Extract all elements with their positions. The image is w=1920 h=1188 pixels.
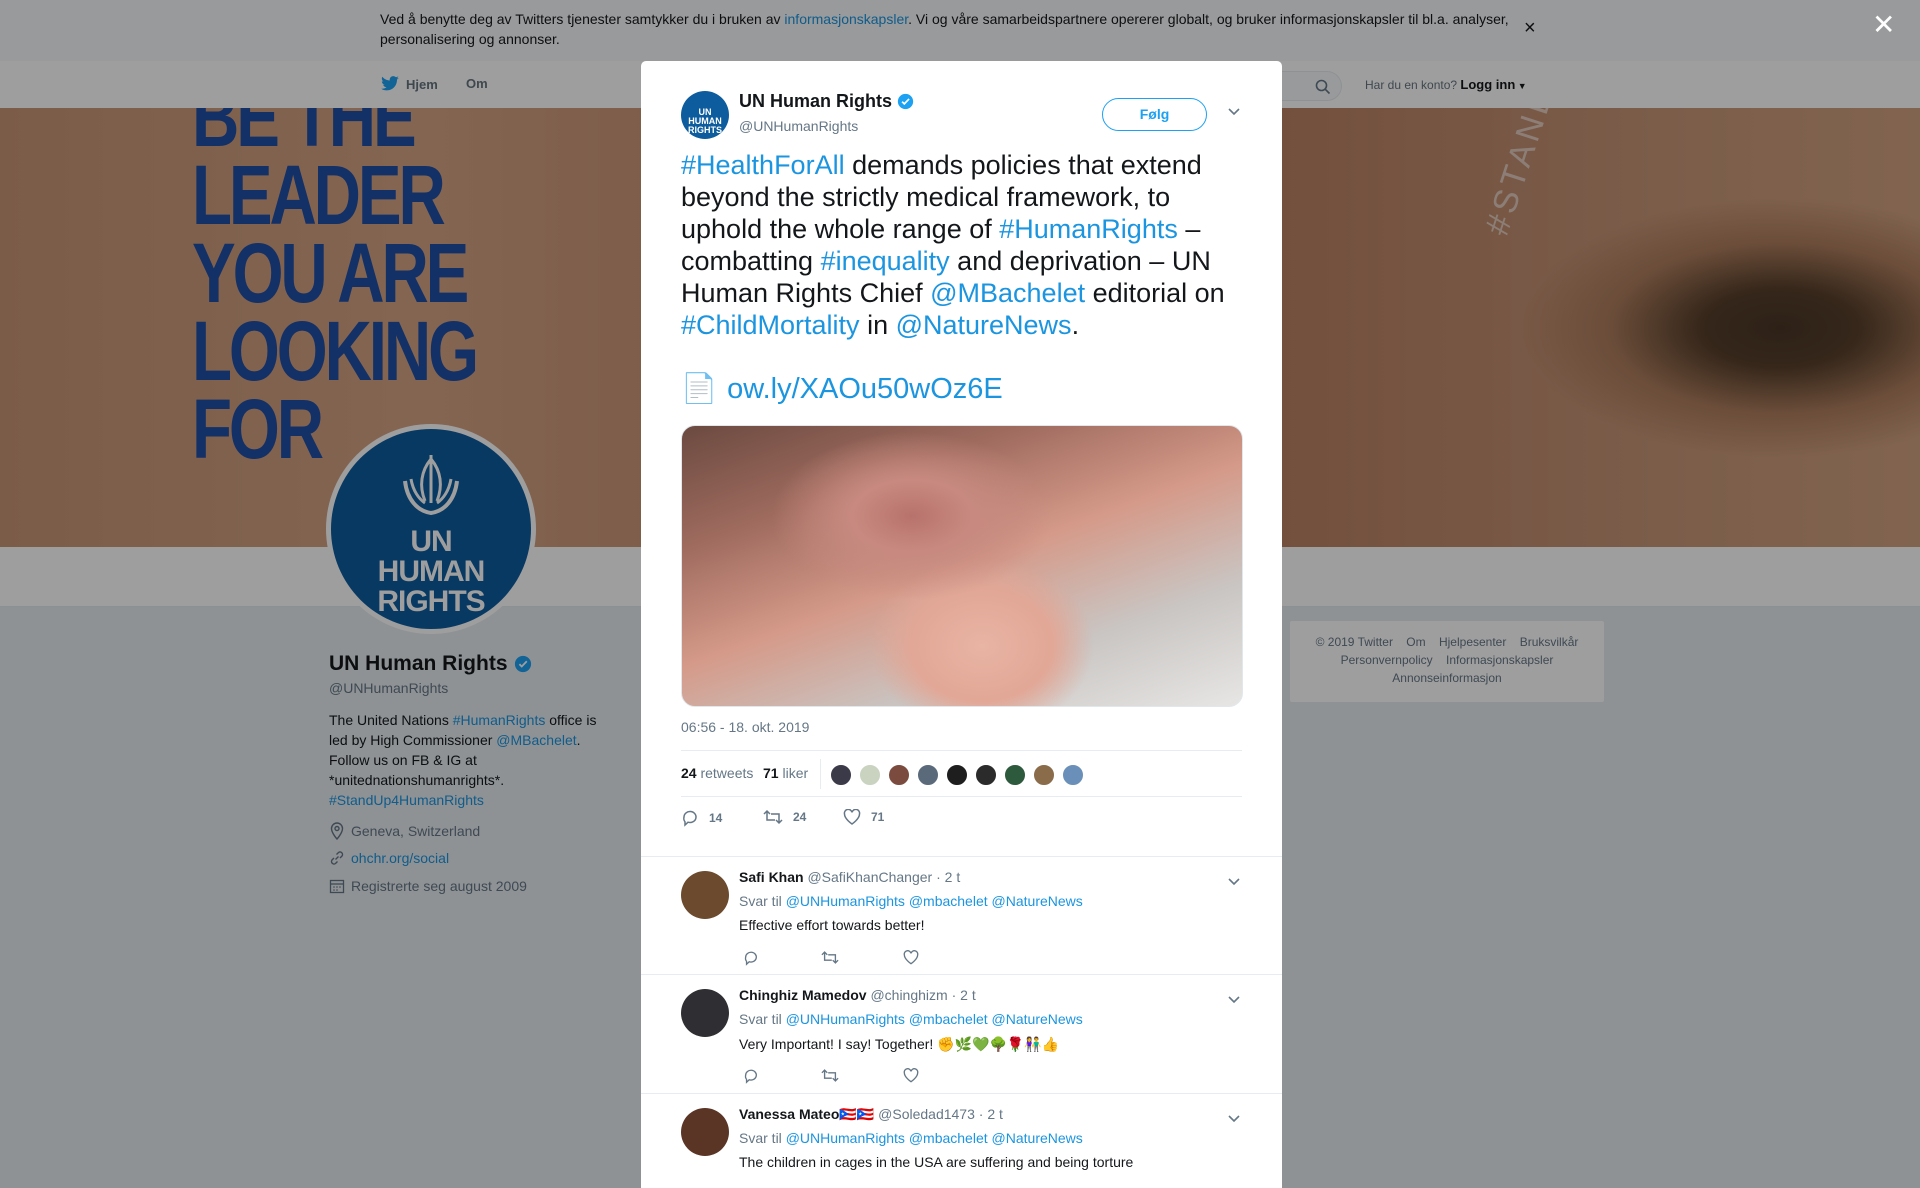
chevron-down-icon[interactable] xyxy=(1227,103,1241,119)
author-avatar[interactable]: UN HUMAN RIGHTS xyxy=(681,91,729,139)
reply-icon[interactable] xyxy=(743,950,759,971)
reply-to-line: Svar til @UNHumanRights @mbachelet @Natu… xyxy=(739,1011,1083,1027)
reply-avatar[interactable] xyxy=(681,871,729,919)
close-icon[interactable]: ✕ xyxy=(1872,10,1895,40)
likes-count: 71 xyxy=(763,765,779,781)
reply-to-prefix: Svar til xyxy=(739,1011,786,1027)
reply-time[interactable]: · 2 t xyxy=(979,1106,1003,1122)
likes-stat[interactable]: 71 liker xyxy=(763,765,808,781)
chevron-down-icon[interactable] xyxy=(1227,991,1241,1007)
liker-avatar[interactable] xyxy=(829,763,853,787)
reply-button[interactable]: 14 xyxy=(681,809,722,827)
retweet-button[interactable]: 24 xyxy=(763,809,806,825)
liker-avatar[interactable] xyxy=(1003,763,1027,787)
hashtag-link[interactable]: #HumanRights xyxy=(999,214,1178,244)
liker-avatar[interactable] xyxy=(916,763,940,787)
mention-link[interactable]: @NatureNews xyxy=(992,893,1083,909)
reply-to-line: Svar til @UNHumanRights @mbachelet @Natu… xyxy=(739,893,1083,909)
reply-author-name[interactable]: Safi Khan xyxy=(739,869,804,885)
reply-count: 14 xyxy=(709,811,723,825)
heart-icon[interactable] xyxy=(903,1068,919,1088)
reply-text: Effective effort towards better! xyxy=(739,917,925,933)
tweet-timestamp[interactable]: 06:56 - 18. okt. 2019 xyxy=(681,719,809,735)
tweet-modal: UN HUMAN RIGHTS UN Human Rights @UNHuman… xyxy=(641,61,1282,1188)
author-handle[interactable]: @UNHumanRights xyxy=(739,118,858,134)
follow-button[interactable]: Følg xyxy=(1102,98,1207,131)
mention-link[interactable]: @NatureNews xyxy=(992,1130,1083,1146)
mention-link[interactable]: @mbachelet xyxy=(909,1130,988,1146)
tweet-stats: 24 retweets 71 liker xyxy=(681,750,1242,797)
retweet-icon[interactable] xyxy=(821,1068,839,1088)
retweet-count: 24 xyxy=(793,810,807,824)
mention-link[interactable]: @NatureNews xyxy=(992,1011,1083,1027)
mention-link[interactable]: @mbachelet xyxy=(909,893,988,909)
author-name-text: UN Human Rights xyxy=(739,91,892,111)
heart-icon xyxy=(843,809,861,825)
reply-text: The children in cages in the USA are suf… xyxy=(739,1154,1134,1170)
document-icon: 📄 xyxy=(681,373,718,405)
chevron-down-icon[interactable] xyxy=(1227,873,1241,889)
likes-label: liker xyxy=(782,765,809,781)
liker-avatar[interactable] xyxy=(887,763,911,787)
reply-icon[interactable] xyxy=(743,1068,759,1089)
mention-link[interactable]: @mbachelet xyxy=(909,1011,988,1027)
liker-avatar[interactable] xyxy=(1032,763,1056,787)
reply-avatar[interactable] xyxy=(681,989,729,1037)
reply-tweet[interactable]: Safi Khan @SafiKhanChanger · 2 t Svar ti… xyxy=(641,856,1282,974)
tweet-text: #HealthForAll demands policies that exte… xyxy=(681,149,1256,341)
mention-link[interactable]: @UNHumanRights xyxy=(786,1130,905,1146)
mention-link[interactable]: @UNHumanRights xyxy=(786,893,905,909)
retweet-icon[interactable] xyxy=(821,950,839,970)
stats-divider xyxy=(820,759,821,789)
like-count: 71 xyxy=(871,810,885,824)
liker-avatar[interactable] xyxy=(1061,763,1085,787)
hashtag-link[interactable]: #HealthForAll xyxy=(681,150,845,180)
hashtag-link[interactable]: #ChildMortality xyxy=(681,310,860,340)
retweets-label: retweets xyxy=(700,765,754,781)
tweet-text-segment: . xyxy=(1071,310,1080,340)
retweets-count: 24 xyxy=(681,765,697,781)
liker-avatar[interactable] xyxy=(974,763,998,787)
reply-header: Vanessa Mateo🇵🇷🇵🇷 @Soledad1473 · 2 t xyxy=(739,1106,1003,1123)
reply-avatar[interactable] xyxy=(681,1108,729,1156)
reply-author-name[interactable]: Vanessa Mateo🇵🇷🇵🇷 xyxy=(739,1106,874,1122)
reply-header: Safi Khan @SafiKhanChanger · 2 t xyxy=(739,869,960,885)
retweets-stat[interactable]: 24 retweets xyxy=(681,765,753,781)
liker-avatar[interactable] xyxy=(945,763,969,787)
like-button[interactable]: 71 xyxy=(843,809,884,825)
tweet-text-segment: in xyxy=(859,310,896,340)
reply-to-prefix: Svar til xyxy=(739,1130,786,1146)
reply-author-handle[interactable]: @Soledad1473 xyxy=(878,1106,975,1122)
avatar-text-line: RIGHTS xyxy=(687,125,722,135)
reply-header: Chinghiz Mamedov @chinghizm · 2 t xyxy=(739,987,976,1003)
tweet-url-text: ow.ly/XAOu50wOz6E xyxy=(727,372,1003,405)
reply-time[interactable]: · 2 t xyxy=(936,869,960,885)
reply-text: Very Important! I say! Together! ✊🌿💚🌳🌹👫👍 xyxy=(739,1036,1060,1052)
reply-author-name[interactable]: Chinghiz Mamedov xyxy=(739,987,867,1003)
tweet-text-segment: editorial on xyxy=(1085,278,1225,308)
heart-icon[interactable] xyxy=(903,950,919,970)
reply-tweet[interactable]: Chinghiz Mamedov @chinghizm · 2 t Svar t… xyxy=(641,974,1282,1093)
mention-link[interactable]: @NatureNews xyxy=(896,310,1072,340)
author-name[interactable]: UN Human Rights xyxy=(739,91,914,112)
verified-badge-icon xyxy=(897,93,914,110)
mention-link[interactable]: @UNHumanRights xyxy=(786,1011,905,1027)
reply-author-handle[interactable]: @SafiKhanChanger xyxy=(807,869,932,885)
tweet-url[interactable]: 📄 ow.ly/XAOu50wOz6E xyxy=(681,372,1003,406)
retweet-icon xyxy=(763,809,783,825)
chevron-down-icon[interactable] xyxy=(1227,1110,1241,1126)
reply-author-handle[interactable]: @chinghizm xyxy=(870,987,947,1003)
tweet-image[interactable] xyxy=(681,425,1243,707)
mention-link[interactable]: @MBachelet xyxy=(930,278,1085,308)
reply-time[interactable]: · 2 t xyxy=(952,987,976,1003)
liker-avatar[interactable] xyxy=(858,763,882,787)
reply-to-line: Svar til @UNHumanRights @mbachelet @Natu… xyxy=(739,1130,1083,1146)
hashtag-link[interactable]: #inequality xyxy=(821,246,950,276)
reply-tweet[interactable]: Vanessa Mateo🇵🇷🇵🇷 @Soledad1473 · 2 t Sva… xyxy=(641,1093,1282,1188)
reply-to-prefix: Svar til xyxy=(739,893,786,909)
reply-icon xyxy=(683,810,697,827)
